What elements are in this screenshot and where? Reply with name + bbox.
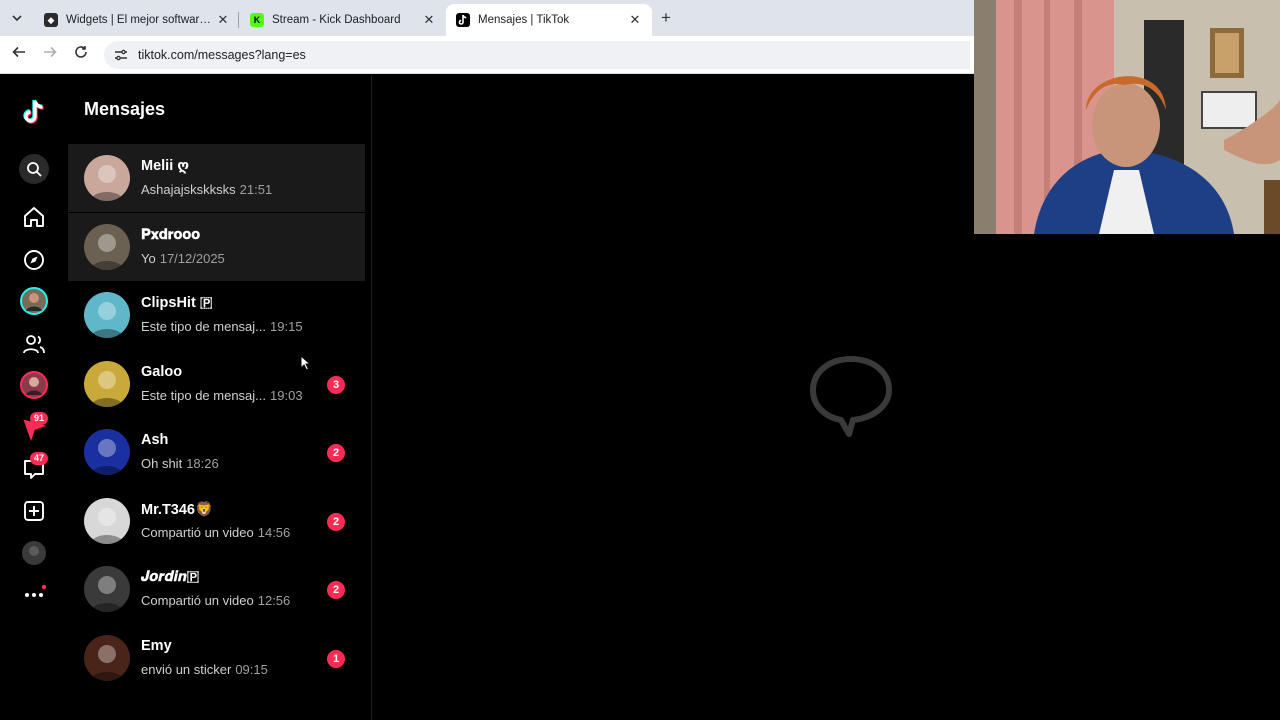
upload-icon[interactable] — [20, 497, 48, 525]
conversation-name: ClipsHit 🇵 — [141, 295, 213, 311]
inbox-badge: 47 — [30, 452, 49, 465]
address-bar[interactable]: tiktok.com/messages?lang=es — [104, 41, 970, 69]
conversation-preview: Oh shit 18:26 — [141, 456, 219, 471]
avatar — [84, 155, 130, 201]
unread-badge: 2 — [327, 444, 345, 462]
conversation-name: Galoo — [141, 363, 183, 380]
explore-compass-icon[interactable] — [20, 246, 48, 274]
live-avatar[interactable] — [20, 371, 48, 399]
avatar — [84, 497, 130, 544]
preview-text: Compartió un video — [141, 524, 254, 540]
activity-icon[interactable]: 91 — [20, 412, 49, 443]
message-time: 21:51 — [239, 182, 273, 197]
conversation-name: Mr.T346🦁 — [141, 501, 214, 518]
chat-bubble-icon — [810, 356, 892, 437]
message-time: 12:56 — [257, 593, 291, 608]
tab-search-chevron-icon[interactable] — [6, 8, 28, 28]
unread-badge: 2 — [327, 581, 345, 599]
conversation-preview: envió un sticker 09:15 — [141, 662, 268, 677]
conversation-item[interactable]: Emy envió un sticker 09:15 1 — [68, 624, 365, 692]
widgets-icon: ◆ — [44, 13, 58, 27]
page-title: Mensajes — [84, 99, 166, 119]
tab-kick-dashboard[interactable]: K Stream - Kick Dashboard ✕ — [240, 4, 446, 36]
conversation-preview: Ashajajskskksks 21:51 — [141, 182, 272, 197]
conversation-preview: Este tipo de mensaj... 19:03 — [141, 388, 303, 403]
tab-title: Stream - Kick Dashboard — [272, 14, 401, 26]
message-time: 19:15 — [270, 319, 303, 334]
inbox-icon[interactable]: 47 — [20, 452, 49, 483]
avatar — [84, 566, 130, 612]
tiktok-icon — [456, 13, 470, 27]
preview-text: Ashajajskskksks — [141, 182, 236, 197]
avatar — [84, 429, 130, 475]
message-time: 14:56 — [257, 524, 291, 540]
conversation-item[interactable]: Galoo Este tipo de mensaj... 19:03 3 — [68, 350, 365, 418]
avatar — [84, 360, 130, 407]
kick-icon: K — [250, 13, 264, 27]
chat-area — [373, 75, 974, 720]
home-icon[interactable] — [20, 203, 48, 231]
tab-close-icon[interactable]: ✕ — [216, 12, 230, 28]
messages-panel: Mensajes Melii ღ Ashajajskskksks 21:51 𝐏𝐱𝐝𝐫… — [68, 75, 372, 720]
preview-text: envió un sticker — [141, 661, 232, 677]
forward-arrow-icon[interactable] — [40, 45, 60, 65]
left-nav-rail: 91 47 — [0, 75, 68, 720]
profile-avatar[interactable] — [20, 539, 48, 567]
preview-text: Yo — [141, 250, 156, 266]
notifications-badge: 91 — [30, 412, 49, 425]
conversation-name: 𝑱𝒐𝒓𝒅𝒊𝒏🇵 — [141, 569, 200, 585]
mouse-cursor-icon — [300, 355, 312, 371]
tab-title: Widgets | El mejor software pa — [66, 14, 216, 26]
conversation-name: 𝐏𝐱𝐝𝐫𝐨𝐨𝐨 — [141, 226, 201, 243]
unread-badge: 2 — [327, 512, 345, 531]
tab-close-icon[interactable]: ✕ — [628, 12, 642, 28]
avatar — [84, 292, 130, 338]
message-time: 09:15 — [235, 661, 268, 677]
message-time: 17/12/2025 — [159, 250, 225, 266]
message-time: 18:26 — [186, 456, 219, 471]
conversation-item[interactable]: Mr.T346🦁 Compartió un video 14:56 2 — [68, 487, 365, 555]
conversation-item[interactable]: 𝑱𝒐𝒓𝒅𝒊𝒏🇵 Compartió un video 12:56 2 — [68, 555, 365, 623]
avatar — [84, 223, 130, 270]
conversation-name: Ash — [141, 432, 169, 448]
tab-widgets[interactable]: ◆ Widgets | El mejor software pa ✕ — [34, 4, 240, 36]
address-url: tiktok.com/messages?lang=es — [138, 48, 306, 62]
webcam-overlay — [974, 0, 1280, 234]
browser-tab-bar: ◆ Widgets | El mejor software pa ✕ K Str… — [0, 0, 974, 36]
conversation-name: Melii ღ — [141, 158, 190, 174]
message-time: 19:03 — [270, 387, 303, 403]
conversation-item[interactable]: ClipsHit 🇵 Este tipo de mensaj... 19:15 — [68, 281, 365, 349]
reload-icon[interactable] — [71, 45, 91, 65]
search-icon[interactable] — [19, 154, 49, 184]
conversation-preview: Compartió un video 14:56 — [141, 525, 290, 540]
conversation-preview: Yo 17/12/2025 — [141, 251, 225, 266]
tiktok-app: 91 47 Mensajes Melii ღ Ashajajskskksks 21:… — [0, 75, 974, 720]
tab-tiktok-messages[interactable]: Mensajes | TikTok ✕ — [446, 4, 652, 36]
preview-text: Este tipo de mensaj... — [141, 319, 267, 334]
new-tab-button[interactable]: + — [656, 8, 676, 28]
preview-text: Este tipo de mensaj... — [141, 387, 267, 403]
conversation-preview: Compartió un video 12:56 — [141, 593, 290, 608]
conversation-name: Emy — [141, 637, 172, 654]
tab-divider — [238, 12, 239, 28]
preview-text: Compartió un video — [141, 593, 254, 608]
unread-badge: 3 — [327, 375, 345, 394]
tab-title: Mensajes | TikTok — [478, 14, 570, 26]
preview-text: Oh shit — [141, 456, 183, 471]
conversation-item[interactable]: Melii ღ Ashajajskskksks 21:51 — [68, 144, 365, 212]
browser-toolbar: tiktok.com/messages?lang=es — [0, 36, 974, 74]
conversation-preview: Este tipo de mensaj... 19:15 — [141, 319, 303, 334]
friends-icon[interactable] — [20, 330, 48, 358]
avatar — [84, 634, 130, 681]
tiktok-logo-icon[interactable] — [20, 99, 48, 127]
tab-close-icon[interactable]: ✕ — [422, 12, 436, 28]
conversation-item[interactable]: Ash Oh shit 18:26 2 — [68, 418, 365, 486]
back-arrow-icon[interactable] — [9, 45, 29, 65]
unread-badge: 1 — [327, 649, 345, 668]
more-options-icon[interactable] — [20, 578, 48, 606]
conversation-item[interactable]: 𝐏𝐱𝐝𝐫𝐨𝐨𝐨 Yo 17/12/2025 — [68, 212, 365, 281]
site-settings-icon[interactable] — [114, 48, 128, 62]
following-avatar[interactable] — [20, 287, 48, 315]
